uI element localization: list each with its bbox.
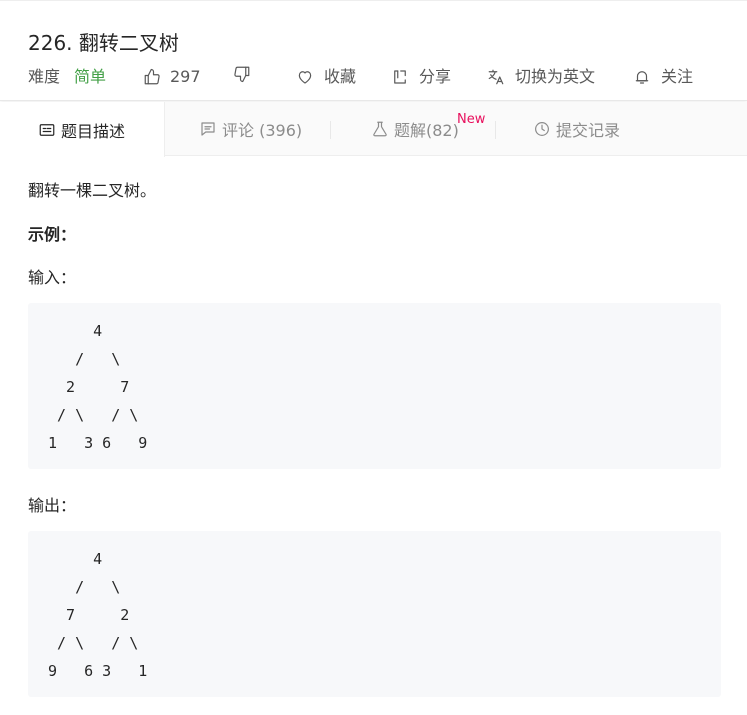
heart-icon: [298, 71, 312, 84]
share-label: 分享: [419, 67, 452, 86]
tab-description-label: 题目描述: [61, 121, 126, 141]
tab-divider: [330, 121, 331, 139]
problem-tabs: 题目描述 评论 (396) 题解(82) New 提交记录: [0, 102, 747, 157]
problem-description: 翻转一棵二叉树。: [28, 181, 157, 200]
tab-comments-label: 评论 (396): [222, 121, 303, 140]
share-button[interactable]: 分享: [391, 65, 451, 89]
bell-icon: [635, 71, 649, 84]
input-code-block: 4 / \ 2 7 / \ / \ 1 3 6 9: [28, 303, 721, 469]
tab-submissions[interactable]: 提交记录: [533, 102, 620, 156]
switch-language-label: 切换为英文: [515, 67, 596, 86]
dislike-button[interactable]: [233, 65, 251, 83]
thumbs-up-icon: [144, 68, 160, 85]
new-badge: New: [457, 112, 486, 127]
output-code-block: 4 / \ 7 2 / \ / \ 9 6 3 1: [28, 531, 721, 697]
difficulty-value: 简单: [74, 67, 107, 86]
thumbs-down-icon: [234, 66, 250, 83]
switch-language-button[interactable]: 切换为英文: [487, 65, 595, 89]
tab-divider: [495, 121, 496, 139]
translate-icon: [488, 69, 504, 85]
flask-icon: [373, 121, 387, 137]
example-heading: 示例：: [28, 225, 77, 244]
problem-title: 226. 翻转二叉树: [28, 31, 179, 55]
clock-icon: [535, 122, 549, 136]
like-count: 297: [170, 67, 201, 86]
favorite-label: 收藏: [324, 67, 357, 86]
share-icon: [394, 70, 406, 84]
like-button[interactable]: 297: [143, 65, 201, 89]
tab-solutions-label: 题解(82): [394, 121, 459, 140]
input-label: 输入：: [28, 268, 77, 287]
tab-solutions[interactable]: 题解(82): [371, 102, 459, 156]
comment-icon: [201, 122, 215, 136]
favorite-button[interactable]: 收藏: [296, 65, 356, 89]
problem-header: 226. 翻转二叉树 难度 简单 297 收藏 分享 切换为英文 关注: [0, 0, 747, 101]
tab-comments[interactable]: 评论 (396): [199, 102, 302, 156]
tab-submissions-label: 提交记录: [556, 121, 621, 140]
description-icon: [39, 123, 55, 136]
follow-button[interactable]: 关注: [633, 65, 693, 89]
tab-description[interactable]: 题目描述: [0, 102, 165, 157]
problem-meta-bar: 难度 简单 297 收藏 分享 切换为英文 关注: [28, 65, 747, 89]
output-label: 输出：: [28, 496, 77, 515]
follow-label: 关注: [661, 67, 694, 86]
difficulty-label: 难度: [28, 67, 61, 86]
